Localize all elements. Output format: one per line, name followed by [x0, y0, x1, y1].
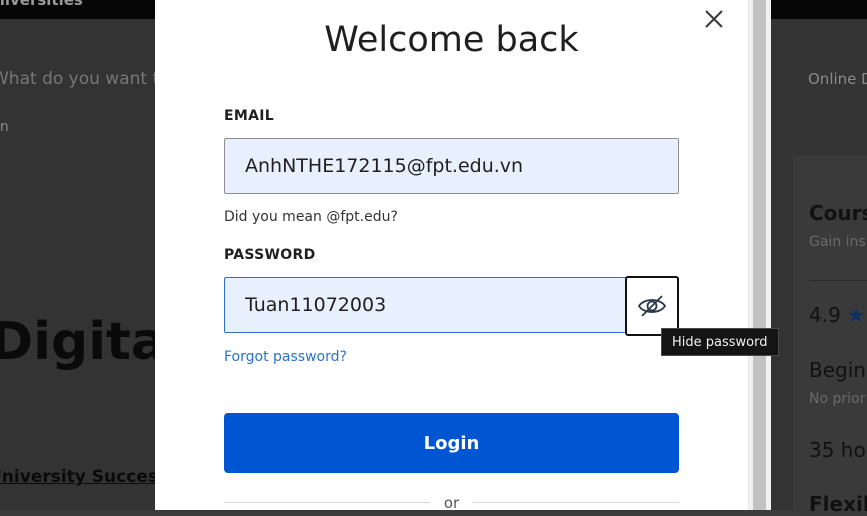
card-flexible: Flexib — [809, 492, 867, 516]
email-suggestion-hint[interactable]: Did you mean @fpt.edu? — [224, 209, 398, 225]
modal-title: Welcome back — [324, 20, 579, 60]
card-divider — [809, 280, 867, 281]
divider-right — [473, 502, 679, 503]
card-rating: 4.9 ★ — [809, 303, 865, 327]
background-course-card: Cours Gain ins 4.9 ★ Begin No prior 35 h… — [793, 155, 867, 516]
divider-left — [224, 502, 430, 503]
password-visibility-toggle[interactable] — [625, 276, 679, 336]
background-breadcrumb: in — [0, 119, 9, 135]
star-icon: ★ — [847, 303, 866, 327]
email-label: EMAIL — [224, 108, 274, 124]
card-level: Begin — [809, 358, 866, 382]
hide-password-tooltip: Hide password — [661, 328, 779, 356]
divider-or-text: or — [443, 494, 460, 512]
email-field[interactable] — [224, 138, 679, 194]
background-online-link: Online D — [808, 70, 867, 88]
card-subtitle: Gain ins — [809, 234, 866, 250]
modal-scrollbar[interactable] — [748, 0, 771, 510]
card-title: Cours — [809, 201, 867, 225]
card-rating-value: 4.9 — [809, 303, 841, 327]
card-prior-experience: No prior — [809, 391, 866, 407]
eye-slash-icon — [637, 295, 667, 317]
background-topbar-text: Universities — [0, 0, 83, 9]
forgot-password-link[interactable]: Forgot password? — [224, 349, 347, 365]
card-hours: 35 ho — [809, 438, 866, 462]
scrollbar-thumb[interactable] — [753, 0, 766, 510]
password-label: PASSWORD — [224, 247, 316, 263]
password-field[interactable] — [224, 277, 627, 333]
login-button[interactable]: Login — [224, 413, 679, 473]
